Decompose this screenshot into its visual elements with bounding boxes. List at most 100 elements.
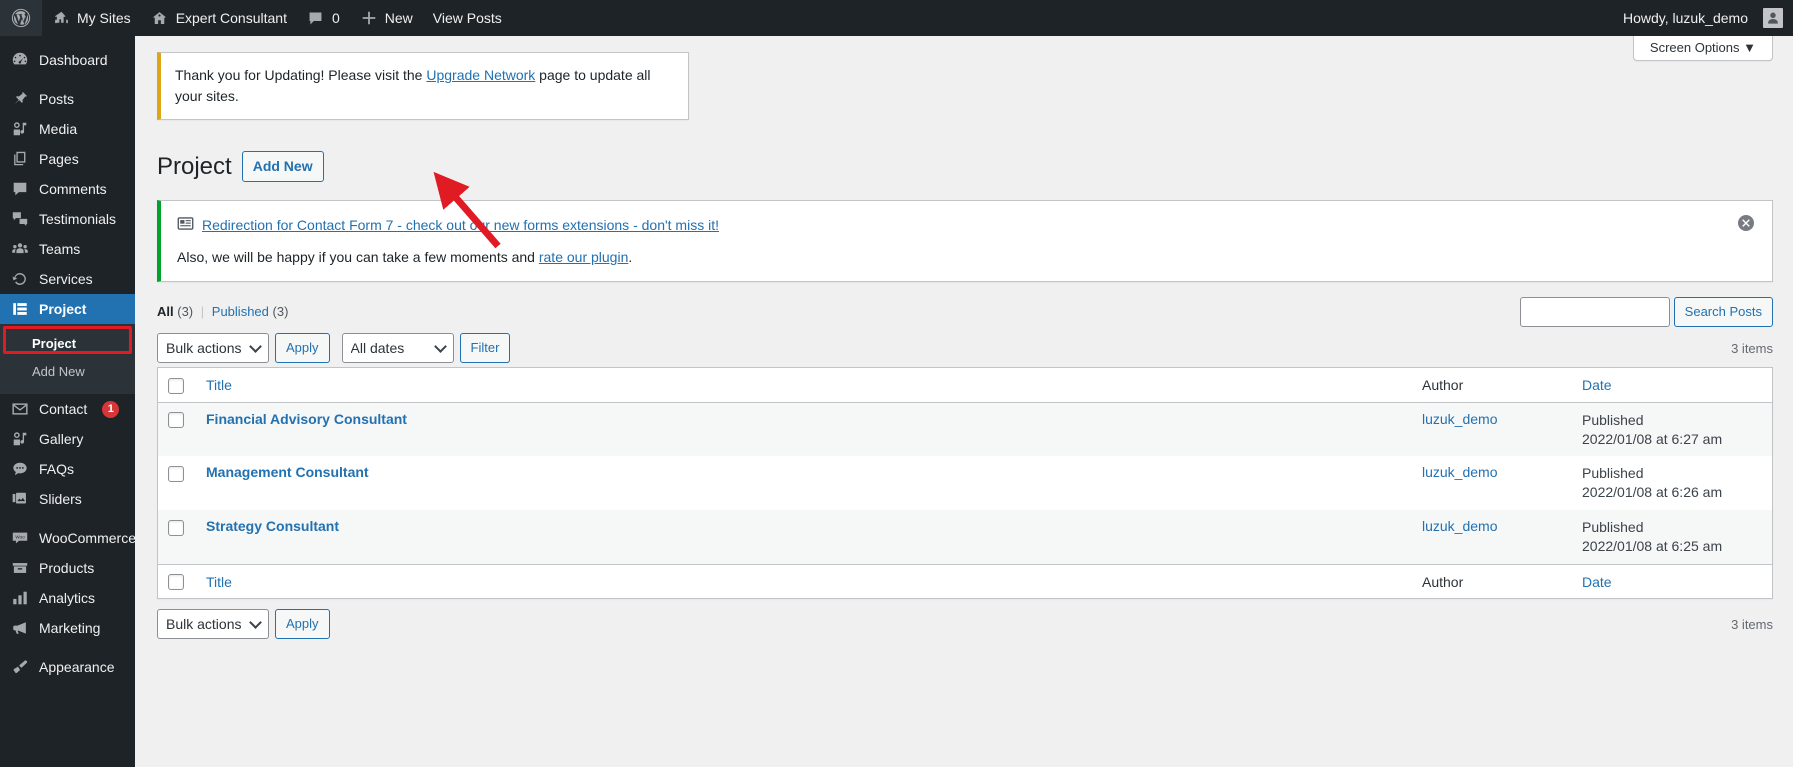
- table-foot: Title Author Date: [158, 564, 1772, 598]
- page-wrap: Thank you for Updating! Please visit the…: [135, 52, 1793, 640]
- row-checkbox[interactable]: [168, 465, 184, 482]
- view-published-link[interactable]: Published: [212, 304, 269, 319]
- row-date-cell: Published 2022/01/08 at 6:26 am: [1572, 456, 1772, 510]
- row-title-link[interactable]: Financial Advisory Consultant: [206, 411, 407, 427]
- bulk-actions-select-top[interactable]: Bulk actions: [157, 333, 269, 364]
- sidebar-item-appearance[interactable]: Appearance: [0, 652, 135, 682]
- plugin-notice-line2-before: Also, we will be happy if you can take a…: [177, 249, 539, 266]
- column-header-date[interactable]: Date: [1572, 368, 1772, 403]
- admin-bar-item-site-name[interactable]: Expert Consultant: [141, 0, 297, 36]
- plugin-promo-link[interactable]: Redirection for Contact Form 7 - check o…: [202, 217, 719, 233]
- add-new-button[interactable]: Add New: [241, 151, 324, 183]
- admin-bar: My Sites Expert Consultant 0 New View Po…: [0, 0, 1793, 36]
- row-title-link[interactable]: Strategy Consultant: [206, 518, 339, 534]
- admin-bar-item-view-posts[interactable]: View Posts: [423, 0, 512, 36]
- row-status: Published: [1582, 411, 1644, 428]
- admin-bar-item-comments[interactable]: 0: [297, 0, 350, 36]
- sidebar-item-teams[interactable]: Teams: [0, 234, 135, 264]
- sidebar-item-posts[interactable]: Posts: [0, 84, 135, 114]
- rate-our-plugin-link[interactable]: rate our plugin: [539, 249, 629, 265]
- sidebar-item-dashboard[interactable]: Dashboard: [0, 45, 135, 75]
- apply-button-top[interactable]: Apply: [275, 333, 330, 364]
- apply-button-bottom[interactable]: Apply: [275, 609, 330, 640]
- row-author-link[interactable]: luzuk_demo: [1422, 464, 1498, 480]
- home-icon: [151, 9, 169, 27]
- row-checkbox-cell: [158, 403, 196, 457]
- admin-bar-label: View Posts: [432, 10, 502, 26]
- views-and-search-row: All (3) | Published (3) Search Posts: [157, 282, 1773, 328]
- sidebar-item-gallery[interactable]: Gallery: [0, 424, 135, 454]
- column-footer-author: Author: [1412, 564, 1572, 598]
- sort-title-link-top[interactable]: Title: [206, 377, 232, 393]
- row-title-link[interactable]: Management Consultant: [206, 464, 369, 480]
- sidebar-item-services[interactable]: Services: [0, 264, 135, 294]
- admin-bar-item-new[interactable]: New: [350, 0, 423, 36]
- view-all-link[interactable]: All: [157, 304, 174, 319]
- view-published[interactable]: Published (3): [212, 304, 289, 319]
- avatar: [1763, 8, 1783, 28]
- sidebar-item-label: Posts: [39, 91, 75, 107]
- sidebar-item-pages[interactable]: Pages: [0, 144, 135, 174]
- sort-date-link-bottom[interactable]: Date: [1582, 574, 1612, 590]
- page-title: Project Add New: [157, 142, 1773, 186]
- view-all[interactable]: All (3) |: [157, 304, 212, 319]
- sort-date-link-top[interactable]: Date: [1582, 377, 1612, 393]
- sidebar-item-marketing[interactable]: Marketing: [0, 613, 135, 643]
- redirection-plugin-icon: [177, 215, 194, 235]
- row-author-link[interactable]: luzuk_demo: [1422, 411, 1498, 427]
- row-date: 2022/01/08 at 6:26 am: [1582, 484, 1723, 501]
- sidebar-item-contact[interactable]: Contact 1: [0, 394, 135, 424]
- update-notice: Thank you for Updating! Please visit the…: [157, 52, 689, 120]
- dismiss-circle-icon[interactable]: [1738, 215, 1754, 232]
- items-count-top: 3 items: [1731, 340, 1773, 356]
- sidebar-item-label: Marketing: [39, 620, 101, 636]
- wordpress-logo-icon: [10, 7, 32, 29]
- admin-bar-label: New: [384, 10, 413, 26]
- sidebar-item-analytics[interactable]: Analytics: [0, 583, 135, 613]
- sidebar-item-testimonials[interactable]: Testimonials: [0, 204, 135, 234]
- date-filter-select[interactable]: All dates: [341, 333, 454, 364]
- sidebar-item-comments[interactable]: Comments: [0, 174, 135, 204]
- submenu-item-project[interactable]: Project: [0, 330, 135, 358]
- sidebar-item-project[interactable]: Project: [0, 294, 135, 324]
- marketing-icon: [10, 618, 30, 638]
- sidebar-item-products[interactable]: Products: [0, 553, 135, 583]
- sidebar-item-label: Pages: [39, 151, 79, 167]
- sort-title-link-bottom[interactable]: Title: [206, 574, 232, 590]
- date-filter-select-wrap: All dates: [341, 333, 454, 364]
- sidebar-item-sliders[interactable]: Sliders: [0, 484, 135, 514]
- admin-bar-label: My Sites: [77, 10, 131, 26]
- column-footer-title[interactable]: Title: [196, 564, 1412, 598]
- menu-spacer: [0, 514, 135, 523]
- submenu-item-add-new[interactable]: Add New: [0, 358, 135, 386]
- admin-bar-item-my-sites[interactable]: My Sites: [42, 0, 141, 36]
- sidebar-item-faqs[interactable]: FAQs: [0, 454, 135, 484]
- admin-bar-right: Howdy, luzuk_demo: [1613, 0, 1793, 36]
- search-posts-button[interactable]: Search Posts: [1673, 297, 1773, 328]
- analytics-icon: [10, 588, 30, 608]
- row-author-link[interactable]: luzuk_demo: [1422, 518, 1498, 534]
- sidebar-item-media[interactable]: Media: [0, 114, 135, 144]
- select-all-checkbox-bottom[interactable]: [168, 574, 184, 591]
- column-header-title[interactable]: Title: [196, 368, 1412, 403]
- contact-mail-icon: [10, 399, 30, 419]
- upgrade-network-link[interactable]: Upgrade Network: [426, 67, 535, 83]
- column-footer-date[interactable]: Date: [1572, 564, 1772, 598]
- wordpress-logo-menu[interactable]: [0, 0, 42, 36]
- admin-bar-my-account[interactable]: Howdy, luzuk_demo: [1613, 0, 1793, 36]
- admin-bar-comment-count: 0: [331, 10, 340, 26]
- my-sites-icon: [52, 9, 70, 27]
- screen-options-button[interactable]: Screen Options ▼: [1632, 36, 1773, 61]
- row-title-cell: Strategy Consultant: [196, 510, 1412, 564]
- filter-button[interactable]: Filter: [459, 333, 511, 364]
- sliders-icon: [10, 489, 30, 509]
- table-row: Financial Advisory Consultant luzuk_demo…: [158, 402, 1772, 457]
- row-checkbox[interactable]: [168, 411, 184, 428]
- row-status: Published: [1582, 519, 1644, 536]
- row-checkbox[interactable]: [168, 519, 184, 536]
- bulk-actions-select-bottom[interactable]: Bulk actions: [157, 609, 269, 640]
- search-input[interactable]: [1519, 297, 1670, 328]
- woocommerce-icon: Woo: [10, 528, 30, 548]
- select-all-checkbox-top[interactable]: [168, 377, 184, 394]
- sidebar-item-woocommerce[interactable]: Woo WooCommerce: [0, 523, 135, 553]
